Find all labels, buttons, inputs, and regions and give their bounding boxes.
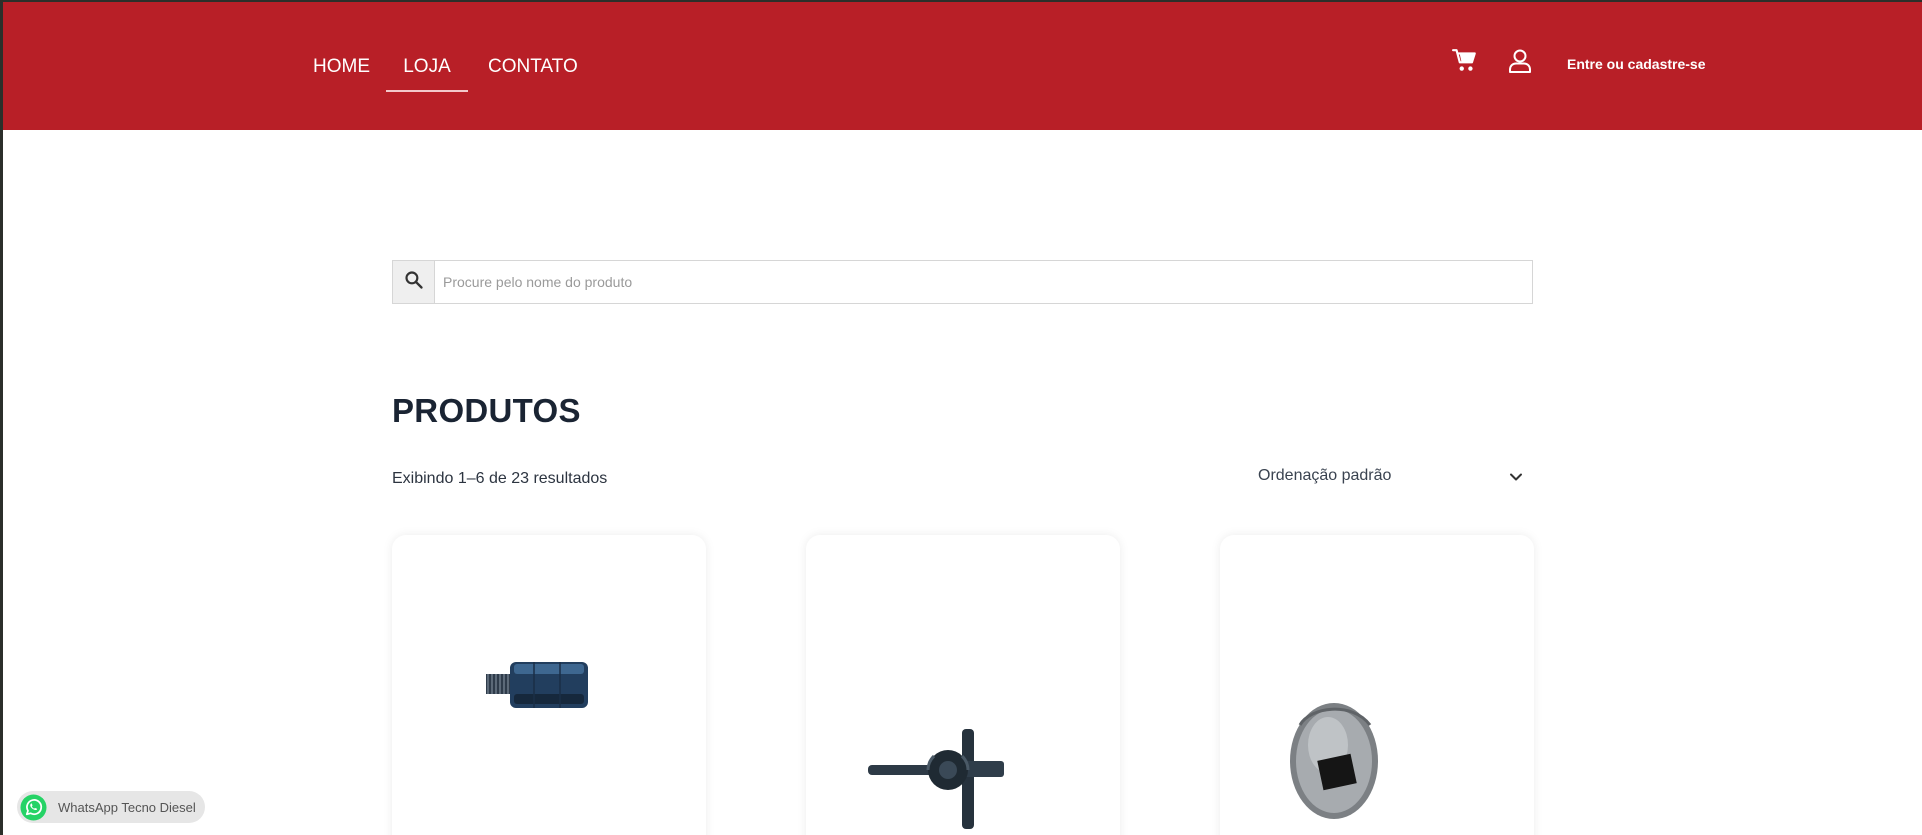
product-card[interactable] (806, 535, 1120, 835)
window-left-border (0, 0, 3, 835)
chevron-down-icon (1508, 469, 1524, 485)
product-card[interactable] (1220, 535, 1534, 835)
search-button[interactable] (393, 261, 435, 303)
sort-select[interactable]: Ordenação padrão (1256, 465, 1534, 489)
cross-wrench-tool-image (866, 725, 1016, 835)
window-top-border (0, 0, 1922, 2)
cart-icon[interactable] (1452, 48, 1480, 76)
nav-loja[interactable]: LOJA (386, 52, 468, 92)
whatsapp-button[interactable]: WhatsApp Tecno Diesel (17, 791, 205, 823)
page-title: PRODUTOS (392, 392, 581, 429)
search-input[interactable] (435, 261, 1532, 303)
sort-selected-value: Ordenação padrão (1258, 467, 1392, 484)
nav-home[interactable]: HOME (313, 52, 370, 92)
login-register-link[interactable]: Entre ou cadastre-se (1567, 56, 1706, 72)
site-header: HOME LOJA CONTATO Entre ou cadastre-se (0, 0, 1922, 130)
whatsapp-icon (20, 794, 47, 821)
nav-contato[interactable]: CONTATO (488, 52, 578, 92)
search-icon (404, 270, 424, 295)
product-search (392, 260, 1533, 304)
result-count: Exibindo 1–6 de 23 resultados (392, 470, 608, 487)
product-card[interactable] (392, 535, 706, 835)
whatsapp-label: WhatsApp Tecno Diesel (58, 800, 196, 815)
hex-adapter-fitting-image (482, 650, 602, 725)
user-icon[interactable] (1508, 48, 1534, 76)
socket-square-drive-image (1280, 695, 1390, 830)
